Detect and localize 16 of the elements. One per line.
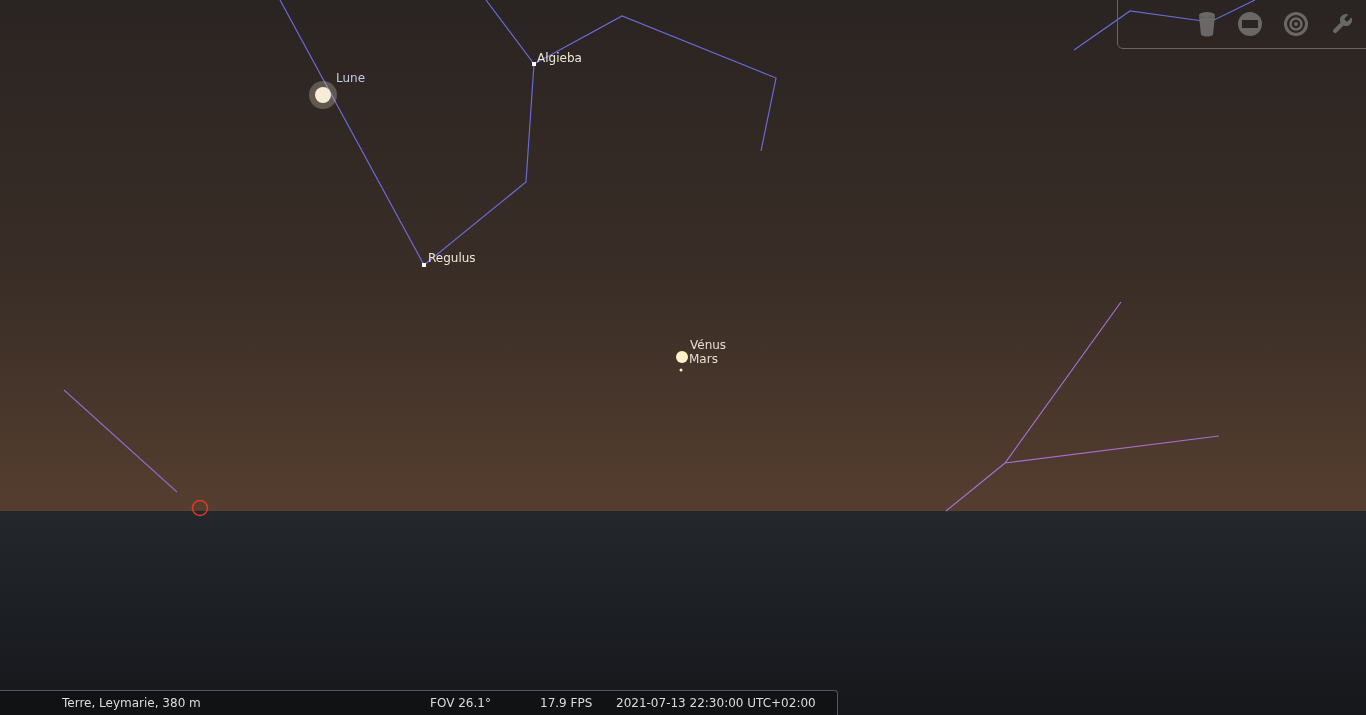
- datetime-text: 2021-07-13 22:30:00 UTC+02:00: [616, 695, 816, 712]
- sky-object-label: Mars: [689, 352, 718, 366]
- window-icon[interactable]: [1238, 11, 1262, 36]
- sky-object-label: Lune: [336, 71, 366, 85]
- target-icon[interactable]: [1284, 11, 1308, 36]
- sky-object-label: Vénus: [690, 338, 727, 352]
- planet-dot: [679, 368, 683, 372]
- fov-text: FOV 26.1°: [430, 695, 492, 712]
- cylinder-icon[interactable]: [1198, 10, 1216, 37]
- planet-dot: [676, 351, 688, 363]
- target-circle: [191, 499, 209, 517]
- fps-text: 17.9 FPS: [540, 695, 594, 712]
- sky-object-label: Regulus: [428, 251, 476, 265]
- moon-drawing: [309, 81, 337, 109]
- location-text: Terre, Leymarie, 380 m: [62, 695, 202, 712]
- wrench-icon[interactable]: [1330, 11, 1354, 36]
